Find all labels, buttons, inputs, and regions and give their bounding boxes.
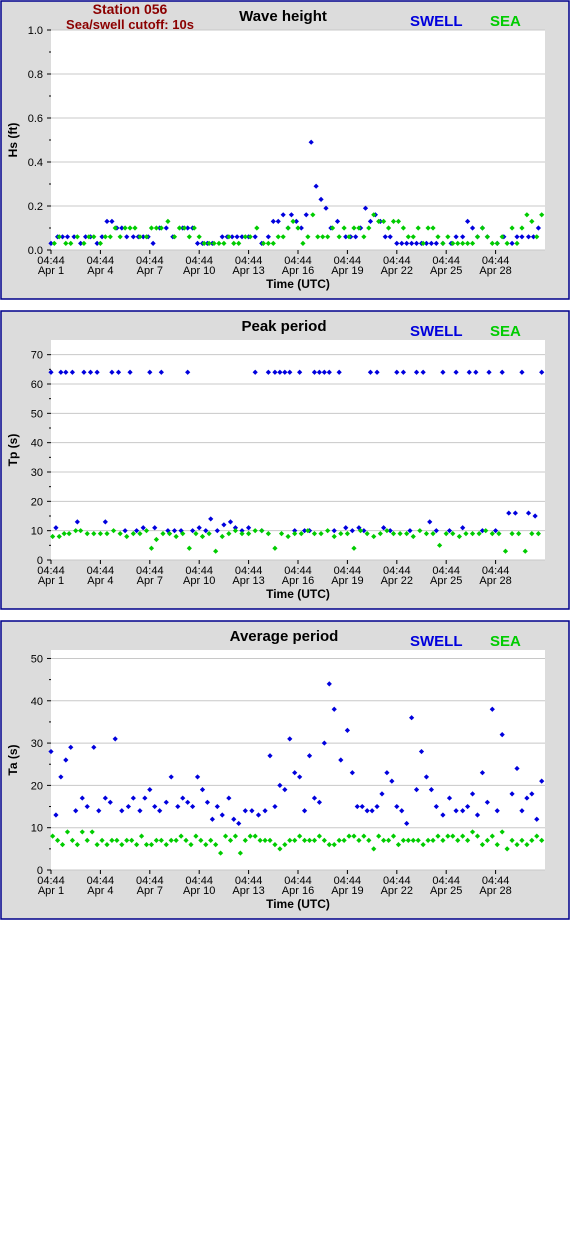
x-tick-date: Apr 16 <box>282 575 314 587</box>
y-tick-label: 10 <box>31 823 43 835</box>
y-tick-label: 0.8 <box>28 69 43 81</box>
x-tick-date: Apr 4 <box>87 265 113 277</box>
y-tick-label: 70 <box>31 350 43 362</box>
x-tick-date: Apr 22 <box>381 575 413 587</box>
x-tick-date: Apr 28 <box>479 885 511 897</box>
y-tick-label: 1.0 <box>28 25 43 37</box>
legend-sea: SEA <box>490 13 521 30</box>
x-tick-date: Apr 7 <box>137 265 163 277</box>
y-axis-label: Ta (s) <box>6 744 20 775</box>
y-tick-label: 60 <box>31 379 43 391</box>
x-tick-date: Apr 25 <box>430 265 462 277</box>
x-tick-date: Apr 22 <box>381 885 413 897</box>
x-axis-label: Time (UTC) <box>266 897 330 911</box>
y-tick-label: 50 <box>31 653 43 665</box>
average-period-chart: 0102030405004:44Apr 104:44Apr 404:44Apr … <box>0 620 570 920</box>
y-tick-label: 40 <box>31 438 43 450</box>
chart-title: Average period <box>230 628 339 645</box>
x-tick-date: Apr 10 <box>183 575 215 587</box>
x-tick-date: Apr 10 <box>183 885 215 897</box>
x-axis-label: Time (UTC) <box>266 277 330 291</box>
peak-period-panel: 0 10 20 30 40 50 60 70 04:44 Apr 1 04:44 Apr 4 04:44… <box>0 310 570 610</box>
y-tick-label: 30 <box>31 467 43 479</box>
x-axis-label: Time (UTC) <box>266 587 330 601</box>
x-tick-date: Apr 7 <box>137 885 163 897</box>
wave-height-panel: 0.0 0.2 0.4 0.6 0.8 1.0 04:44 Apr 1 04:44 Apr 4 04… <box>0 0 570 300</box>
y-tick-label: 0.2 <box>28 201 43 213</box>
x-tick-date: Apr 1 <box>38 885 64 897</box>
legend-sea: SEA <box>490 323 521 340</box>
legend-swell: SWELL <box>410 633 463 650</box>
x-tick-date: Apr 10 <box>183 265 215 277</box>
chart-title: Wave height <box>239 8 327 25</box>
x-tick-date: Apr 25 <box>430 575 462 587</box>
legend-swell: SWELL <box>410 13 463 30</box>
average-period-panel: 0 10 20 30 40 50 04:44 Apr 1 04:44 Apr 4 04:44 Apr … <box>0 620 570 920</box>
x-tick-date: Apr 28 <box>479 575 511 587</box>
y-tick-label: 20 <box>31 780 43 792</box>
cutoff-label: Sea/swell cutoff: 10s <box>66 17 194 32</box>
x-tick-date: Apr 16 <box>282 885 314 897</box>
chart-title: Peak period <box>241 318 326 335</box>
x-tick-date: Apr 13 <box>232 265 264 277</box>
y-tick-label: 50 <box>31 408 43 420</box>
x-tick-date: Apr 25 <box>430 885 462 897</box>
y-tick-label: 40 <box>31 696 43 708</box>
x-tick-date: Apr 22 <box>381 265 413 277</box>
x-tick-date: Apr 7 <box>137 575 163 587</box>
x-tick-date: Apr 13 <box>232 885 264 897</box>
y-axis-label: Tp (s) <box>6 434 20 467</box>
x-tick-date: Apr 28 <box>479 265 511 277</box>
y-axis-label: Hs (ft) <box>6 123 20 158</box>
x-tick-date: Apr 4 <box>87 885 113 897</box>
wave-height-chart: 0.00.20.40.60.81.004:44Apr 104:44Apr 404… <box>0 0 570 300</box>
legend-sea: SEA <box>490 633 521 650</box>
x-tick-date: Apr 13 <box>232 575 264 587</box>
x-tick-date: Apr 19 <box>331 885 363 897</box>
x-tick-date: Apr 16 <box>282 265 314 277</box>
y-tick-label: 0.6 <box>28 113 43 125</box>
x-tick-date: Apr 4 <box>87 575 113 587</box>
y-tick-label: 30 <box>31 738 43 750</box>
x-tick-date: Apr 19 <box>331 575 363 587</box>
y-tick-label: 20 <box>31 496 43 508</box>
plot-area <box>51 30 545 250</box>
station-name: Station 056 <box>93 1 168 17</box>
y-tick-label: 10 <box>31 526 43 538</box>
x-tick-date: Apr 1 <box>38 575 64 587</box>
x-tick-date: Apr 19 <box>331 265 363 277</box>
legend-swell: SWELL <box>410 323 463 340</box>
y-tick-label: 0.4 <box>28 157 43 169</box>
peak-period-chart: 01020304050607004:44Apr 104:44Apr 404:44… <box>0 310 570 610</box>
x-tick-date: Apr 1 <box>38 265 64 277</box>
